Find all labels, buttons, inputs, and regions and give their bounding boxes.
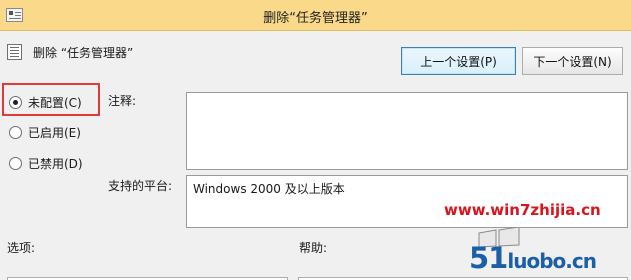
radio-enabled[interactable]: 已启用(E) [9,124,81,141]
radio-disabled[interactable]: 已禁用(D) [9,155,83,172]
next-setting-button[interactable]: 下一个设置(N) [522,47,623,75]
options-section-label: 选项: [7,241,36,255]
radio-label-not-configured: 未配置(C) [28,96,82,110]
previous-setting-button[interactable]: 上一个设置(P) [401,47,516,75]
radio-label-disabled: 已禁用(D) [28,157,83,171]
radio-button-checked[interactable] [9,96,22,109]
watermark-url: www.win7zhijia.cn [444,201,601,219]
comment-label: 注释: [108,94,137,108]
policy-name: 删除 “任务管理器” [33,46,134,60]
radio-button[interactable] [9,126,22,139]
radio-button[interactable] [9,157,22,170]
supported-platform-label: 支持的平台: [108,179,173,193]
window-title: 删除“任务管理器” [263,11,368,26]
watermark-site-prefix: 51 [469,241,508,275]
policy-settings-panel: 删除 “任务管理器” 上一个设置(P) 下一个设置(N) 未配置(C) 已启用(… [0,31,631,280]
watermark-site-suffix: luobo.cn [507,249,597,273]
radio-label-enabled: 已启用(E) [28,126,81,140]
radio-not-configured[interactable]: 未配置(C) [9,94,82,111]
title-bar: 删除“任务管理器” [0,0,631,31]
watermark-site-logo: 51luobo.cn [469,241,597,275]
help-section-label: 帮助: [299,241,328,255]
comment-textarea[interactable] [186,92,628,170]
policy-document-icon [7,44,22,60]
